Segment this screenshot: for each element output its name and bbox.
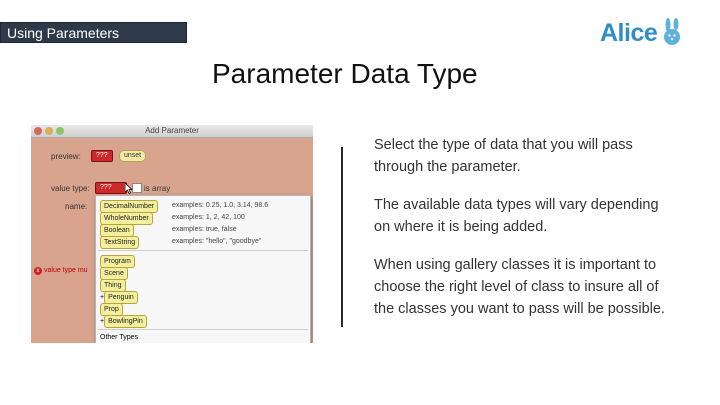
value-type-label: value type:: [51, 184, 90, 193]
menu-item[interactable]: Boolean examples: true, false: [100, 224, 237, 237]
is-array-label: is array: [144, 184, 171, 193]
menu-item[interactable]: + Penguin: [100, 291, 138, 304]
bunny-icon: [664, 18, 681, 45]
add-parameter-dialog-screenshot: Add Parameter preview: ??? unset value t…: [31, 125, 313, 343]
paragraph: Select the type of data that you will pa…: [374, 137, 633, 175]
section-tag: Using Parameters: [0, 22, 187, 43]
dialog-title: Add Parameter: [145, 126, 199, 135]
logo-text: Alice: [600, 18, 658, 47]
preview-type-pill: ???: [91, 150, 113, 162]
menu-separator: [98, 329, 308, 330]
preview-value-pill: unset: [119, 150, 147, 162]
name-label: name:: [65, 202, 88, 211]
slide-title: Parameter Data Type: [212, 58, 478, 89]
menu-item[interactable]: Scene: [100, 267, 128, 280]
paragraph: When using gallery classes it is importa…: [374, 257, 665, 317]
divider: [341, 147, 343, 327]
menu-item[interactable]: Program: [100, 255, 135, 268]
value-type-menu: DecimalNumber examples: 0.25, 1.0, 3.14, …: [95, 195, 311, 343]
menu-item[interactable]: + BowlingPin: [100, 315, 147, 328]
error-icon: x: [34, 267, 42, 275]
value-type-dropdown[interactable]: ???: [95, 182, 127, 194]
preview-label: preview:: [51, 152, 81, 161]
error-message: x value type mu: [34, 267, 88, 275]
menu-item-other-types[interactable]: Other Types: [100, 332, 138, 343]
dialog-titlebar: Add Parameter: [31, 125, 313, 138]
menu-item[interactable]: DecimalNumber examples: 0.25, 1.0, 3.14, …: [100, 200, 268, 213]
menu-item[interactable]: Prop: [100, 303, 123, 316]
alice-logo: Alice: [600, 16, 683, 50]
menu-separator: [98, 250, 308, 251]
is-array-checkbox[interactable]: [132, 183, 142, 193]
cursor-icon: [125, 183, 133, 194]
paragraph: The available data types will vary depen…: [374, 197, 659, 235]
menu-item[interactable]: WholeNumber examples: 1, 2, 42, 100: [100, 212, 245, 225]
menu-item[interactable]: Thing: [100, 279, 126, 292]
menu-item[interactable]: TextString examples: "hello", "goodbye": [100, 236, 261, 249]
